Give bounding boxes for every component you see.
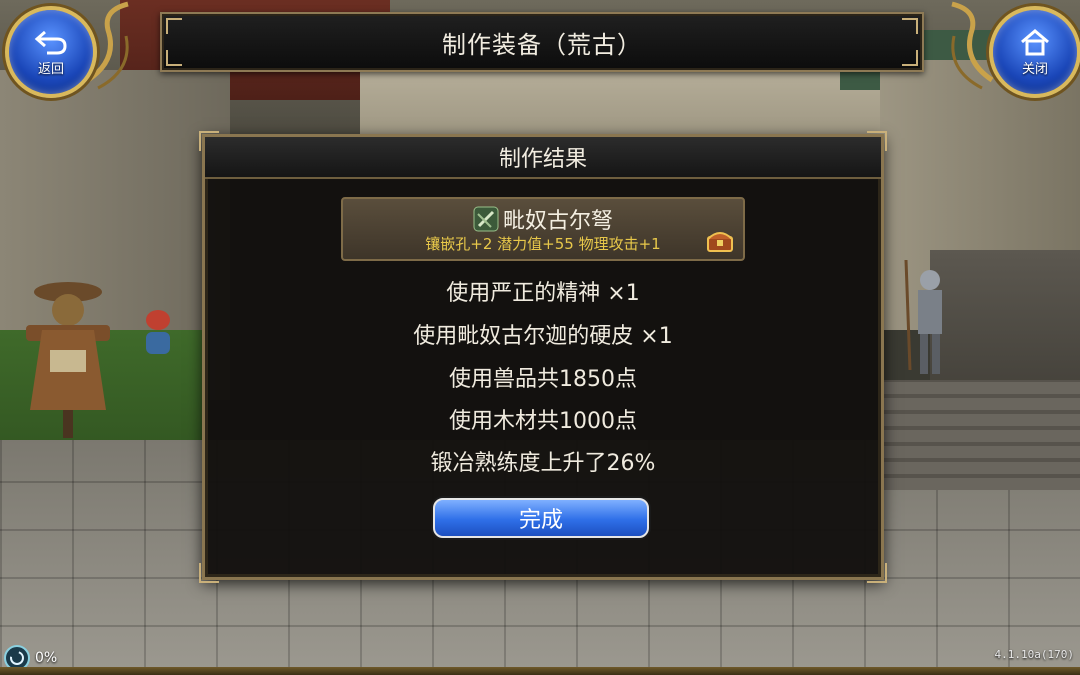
result-line: 使用兽品共1850点: [449, 367, 637, 392]
item-stats: 镶嵌孔+2 潜力值+55 物理攻击+1: [425, 235, 661, 253]
back-arrow-icon: [34, 30, 67, 54]
close-button-label: 关闭: [1021, 61, 1048, 77]
title-bar: 制作装备（荒古）: [160, 12, 924, 72]
craft-result-dialog: 制作结果 毗奴古尔弩 镶嵌孔+2 潜力值+55 物理攻击+1 使用严正的精神 ×…: [199, 131, 887, 583]
corner-ornament: [199, 131, 219, 151]
corner-ornament: [867, 563, 887, 583]
scarecrow-npc[interactable]: [8, 270, 128, 440]
crafted-item-card[interactable]: 毗奴古尔弩 镶嵌孔+2 潜力值+55 物理攻击+1: [341, 197, 745, 261]
corner-ornament: [902, 50, 918, 66]
corner-ornament: [867, 131, 887, 151]
home-icon: [1021, 28, 1049, 55]
corner-ornament: [902, 18, 918, 34]
result-line: 锻冶熟练度上升了26%: [430, 451, 656, 476]
treasure-chest-icon: [707, 232, 733, 252]
result-line: 使用严正的精神 ×1: [446, 281, 640, 306]
loading-percent: 0%: [35, 650, 58, 666]
bird-npc[interactable]: [138, 302, 178, 362]
crossbow-icon: [473, 206, 499, 232]
corner-ornament: [166, 18, 182, 34]
corner-ornament: [166, 50, 182, 66]
back-button[interactable]: 返回: [5, 6, 97, 98]
corner-ornament: [199, 563, 219, 583]
knight-npc[interactable]: [900, 260, 960, 380]
stone-stairs: [880, 380, 1080, 490]
result-line: 使用木材共1000点: [449, 409, 637, 434]
back-button-label: 返回: [37, 61, 64, 77]
done-button[interactable]: 完成: [433, 498, 649, 538]
result-line: 使用毗奴古尔迦的硬皮 ×1: [413, 324, 673, 349]
item-name: 毗奴古尔弩: [502, 209, 613, 234]
dialog-title: 制作结果: [498, 147, 587, 172]
version-label: 4.1.10a(170): [994, 648, 1074, 661]
close-button[interactable]: 关闭: [989, 6, 1080, 98]
dialog-header: 制作结果: [205, 137, 881, 179]
item-name-row: 毗奴古尔弩: [343, 203, 743, 235]
page-title: 制作装备（荒古）: [442, 30, 642, 59]
bottom-frame: [0, 667, 1080, 675]
